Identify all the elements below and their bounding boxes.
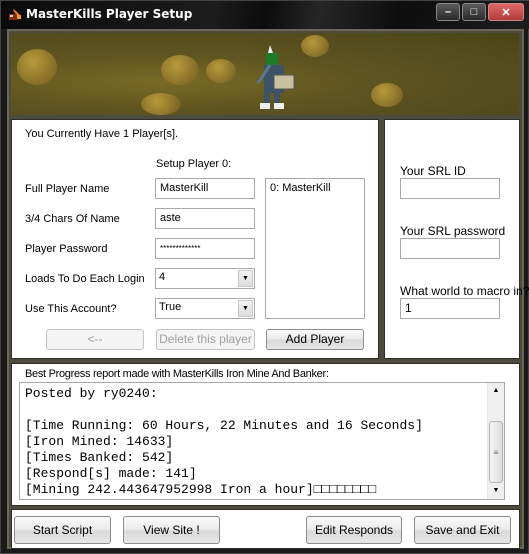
- full-name-input[interactable]: MasterKill: [155, 178, 255, 199]
- chevron-down-icon[interactable]: ▼: [238, 270, 253, 287]
- window-title: MasterKills Player Setup: [26, 7, 193, 21]
- player-count-text: You Currently Have 1 Player[s].: [25, 128, 179, 140]
- maximize-icon: □: [470, 6, 478, 18]
- rock-shape: [141, 93, 181, 115]
- report-scrollbar[interactable]: ▲ ≡ ▼: [487, 383, 504, 499]
- world-input[interactable]: 1: [400, 298, 500, 319]
- use-account-dropdown[interactable]: True ▼: [155, 298, 255, 319]
- minimize-icon: –: [444, 6, 452, 18]
- view-site-button[interactable]: View Site !: [123, 516, 220, 544]
- setup-player-heading: Setup Player 0:: [156, 158, 232, 170]
- short-name-label: 3/4 Chars Of Name: [25, 213, 120, 225]
- banner-image: [11, 33, 519, 115]
- rock-shape: [161, 55, 199, 85]
- report-text: Posted by ry0240: [Time Running: 60 Hour…: [25, 386, 423, 498]
- report-line: [Times Banked: 542]: [25, 450, 174, 465]
- chevron-down-icon[interactable]: ▼: [238, 300, 253, 317]
- loads-value: 4: [159, 271, 166, 283]
- srl-password-label: Your SRL password: [400, 224, 506, 238]
- loads-dropdown[interactable]: 4 ▼: [155, 268, 255, 289]
- rock-shape: [17, 49, 57, 85]
- password-label: Player Password: [25, 243, 108, 255]
- title-bar[interactable]: MasterKills Player Setup – □ ✕: [1, 1, 529, 29]
- rock-shape: [371, 83, 403, 107]
- list-item[interactable]: 0: MasterKill: [270, 182, 360, 194]
- loads-label: Loads To Do Each Login: [25, 273, 145, 285]
- report-line: [Respond[s] made: 141]: [25, 466, 197, 481]
- scroll-thumb[interactable]: ≡: [489, 421, 503, 483]
- full-name-label: Full Player Name: [25, 183, 110, 195]
- delete-player-button[interactable]: Delete this player: [156, 329, 255, 350]
- report-line: [Time Running: 60 Hours, 22 Minutes and …: [25, 418, 423, 433]
- scroll-up-icon[interactable]: ▲: [488, 383, 504, 399]
- close-button[interactable]: ✕: [488, 3, 524, 21]
- use-account-value: True: [159, 301, 182, 313]
- maximize-button[interactable]: □: [462, 3, 486, 21]
- grip-icon: ≡: [493, 447, 499, 457]
- use-account-label: Use This Account?: [25, 303, 117, 315]
- srl-id-label: Your SRL ID: [400, 164, 466, 178]
- player-listbox[interactable]: 0: MasterKill: [265, 178, 365, 319]
- world-label: What world to macro in?: [400, 284, 529, 298]
- pickaxe-app-icon: [9, 9, 21, 20]
- edit-responds-button[interactable]: Edit Responds: [306, 516, 402, 544]
- srl-id-input[interactable]: [400, 178, 500, 199]
- scroll-down-icon[interactable]: ▼: [488, 483, 504, 499]
- minimize-button[interactable]: –: [436, 3, 460, 21]
- save-exit-button[interactable]: Save and Exit: [414, 516, 511, 544]
- report-line: [Iron Mined: 14633]: [25, 434, 174, 449]
- srl-password-input[interactable]: [400, 238, 500, 259]
- start-script-button[interactable]: Start Script: [14, 516, 111, 544]
- close-icon: ✕: [501, 6, 511, 19]
- app-window: MasterKills Player Setup – □ ✕ You Curre…: [0, 0, 529, 554]
- rock-shape: [206, 59, 236, 83]
- back-button[interactable]: <--: [46, 329, 144, 350]
- add-player-button[interactable]: Add Player: [266, 329, 364, 350]
- report-line: Posted by ry0240:: [25, 386, 158, 401]
- password-input[interactable]: *************: [155, 238, 255, 259]
- report-line: [25, 402, 423, 418]
- miner-character-icon: [256, 45, 295, 109]
- report-textbox[interactable]: Posted by ry0240: [Time Running: 60 Hour…: [19, 382, 505, 500]
- short-name-input[interactable]: aste: [155, 208, 255, 229]
- report-line: [Mining 242.443647952998 Iron a hour]□□□…: [25, 482, 377, 497]
- report-heading: Best Progress report made with MasterKil…: [25, 368, 329, 380]
